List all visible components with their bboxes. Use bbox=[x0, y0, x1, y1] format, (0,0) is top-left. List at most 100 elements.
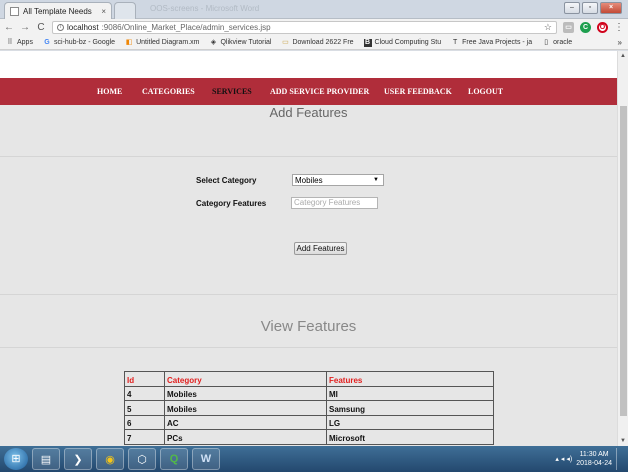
minimize-button[interactable]: – bbox=[564, 2, 580, 14]
main-navbar: HOME CATEGORIES SERVICES ADD SERVICE PRO… bbox=[0, 78, 617, 105]
bookmark-free-java[interactable]: T Free Java Projects - ja bbox=[451, 39, 532, 47]
features-table: Id Category Features 4 Mobiles MI 5 Mobi… bbox=[124, 371, 494, 445]
page-info-icon[interactable]: i bbox=[57, 24, 64, 31]
page-header-spacer bbox=[0, 51, 617, 78]
nav-logout[interactable]: LOGOUT bbox=[468, 78, 503, 105]
url-path: :9086/Online_Market_Place/admin_services… bbox=[101, 23, 271, 32]
table-row: 7 PCs Microsoft bbox=[124, 429, 494, 445]
cell-features: Samsung bbox=[326, 400, 494, 416]
qlikview-icon: ◈ bbox=[210, 38, 217, 46]
browser-menu-icon[interactable]: ⋮ bbox=[614, 22, 624, 33]
nav-add-service-provider[interactable]: ADD SERVICE PROVIDER bbox=[270, 78, 369, 105]
category-features-label: Category Features bbox=[196, 199, 267, 208]
category-select-value: Mobiles bbox=[295, 175, 323, 185]
cell-id: 5 bbox=[124, 400, 165, 416]
bookmark-star-icon[interactable]: ☆ bbox=[544, 22, 552, 33]
more-bookmarks-icon[interactable]: » bbox=[618, 38, 622, 47]
cell-features: LG bbox=[326, 414, 494, 431]
tray-icons[interactable]: ▴ ◂ ◂) bbox=[555, 455, 572, 463]
explorer-taskbar-icon[interactable]: ▤ bbox=[32, 448, 60, 470]
category-features-input[interactable]: Category Features bbox=[291, 197, 378, 209]
add-features-heading: Add Features bbox=[269, 105, 348, 120]
browser-tab[interactable]: All Template Needs × bbox=[4, 2, 112, 19]
bookmark-label: oracle bbox=[553, 39, 573, 46]
bookmark-oracle[interactable]: ▯ oracle bbox=[542, 39, 572, 47]
eclipse-taskbar-icon[interactable]: ❯ bbox=[64, 448, 92, 470]
cell-features: MI bbox=[326, 385, 494, 402]
column-header-category: Category bbox=[164, 371, 327, 387]
opera-extension-icon[interactable]: O bbox=[597, 22, 608, 33]
browser-toolbar: ← → C i localhost:9086/Online_Market_Pla… bbox=[0, 19, 628, 36]
qlikview-taskbar-icon[interactable]: Q bbox=[160, 448, 188, 470]
back-button[interactable]: ← bbox=[4, 22, 14, 33]
virtualbox-taskbar-icon[interactable]: ⬡ bbox=[128, 448, 156, 470]
cell-category: Mobiles bbox=[164, 385, 327, 402]
add-features-button[interactable]: Add Features bbox=[294, 242, 347, 255]
table-header-row: Id Category Features bbox=[124, 371, 494, 387]
bookmark-download[interactable]: ▭ Download 2622 Fre bbox=[281, 39, 353, 47]
new-tab-button[interactable] bbox=[114, 2, 136, 19]
windows-taskbar: ⊞ ▤ ❯ ◉ ⬡ Q W ▴ ◂ ◂) 11:30 AM 2018-04-24 bbox=[0, 446, 628, 472]
drawio-icon: ◧ bbox=[125, 38, 133, 46]
t-logo-icon: T bbox=[452, 38, 458, 46]
start-button[interactable]: ⊞ bbox=[4, 448, 28, 470]
scroll-up-icon[interactable]: ▲ bbox=[620, 53, 626, 59]
cell-id: 6 bbox=[124, 414, 165, 431]
system-tray: ▴ ◂ ◂) 11:30 AM 2018-04-24 bbox=[555, 448, 624, 470]
bookmark-label: Untitled Diagram.xm bbox=[136, 39, 200, 46]
bookmarks-bar: ⠿ Apps Gsci-hub-bz - Google ◧ Untitled Dia… bbox=[0, 36, 628, 50]
close-window-button[interactable]: × bbox=[600, 2, 622, 14]
chrome-taskbar-icon[interactable]: ◉ bbox=[96, 448, 124, 470]
b-logo-icon: B bbox=[363, 38, 372, 47]
clock-date: 2018-04-24 bbox=[576, 460, 612, 467]
bookmark-label: Download 2622 Fre bbox=[292, 39, 354, 46]
page-viewport: HOME CATEGORIES SERVICES ADD SERVICE PRO… bbox=[0, 51, 617, 446]
scrollbar-thumb[interactable] bbox=[620, 106, 627, 416]
nav-services[interactable]: SERVICES bbox=[212, 78, 252, 105]
scroll-down-icon[interactable]: ▼ bbox=[620, 438, 626, 444]
folder-icon: ▭ bbox=[282, 38, 289, 46]
tab-close-icon[interactable]: × bbox=[101, 7, 106, 16]
extension-icon[interactable]: ▭ bbox=[563, 22, 574, 33]
bookmark-untitled-diagram[interactable]: ◧ Untitled Diagram.xm bbox=[125, 38, 200, 47]
table-row: 5 Mobiles Samsung bbox=[124, 400, 494, 416]
cell-id: 7 bbox=[124, 429, 165, 445]
page-scrollbar[interactable]: ▲ ▼ bbox=[617, 51, 628, 446]
bookmark-cloud-computing[interactable]: B Cloud Computing Stu bbox=[363, 38, 442, 47]
page-icon: ▯ bbox=[544, 38, 549, 46]
url-host: localhost bbox=[67, 23, 99, 32]
browser-tab-strip: All Template Needs × OOS-screens - Micro… bbox=[0, 0, 628, 19]
view-features-heading: View Features bbox=[260, 318, 357, 335]
bookmark-label: sci-hub-bz - Google bbox=[53, 39, 116, 46]
tab-title: All Template Needs bbox=[23, 6, 92, 16]
bookmark-label: Free Java Projects - ja bbox=[462, 39, 533, 46]
cell-id: 4 bbox=[124, 385, 165, 402]
nav-user-feedback[interactable]: USER FEEDBACK bbox=[384, 78, 452, 105]
table-row: 6 AC LG bbox=[124, 414, 494, 431]
bookmark-apps[interactable]: ⠿ Apps bbox=[6, 39, 33, 47]
category-select[interactable]: Mobiles ▼ bbox=[292, 174, 384, 186]
nav-categories[interactable]: CATEGORIES bbox=[142, 78, 195, 105]
bookmark-label: Qlikview Tutorial bbox=[220, 39, 272, 46]
table-row: 4 Mobiles MI bbox=[124, 385, 494, 402]
google-icon: G bbox=[44, 38, 50, 46]
cell-features: Microsoft bbox=[326, 429, 494, 445]
cell-category: AC bbox=[164, 414, 327, 431]
reload-button[interactable]: C bbox=[36, 22, 46, 33]
window-controls: – ▫ × bbox=[564, 2, 622, 14]
word-taskbar-icon[interactable]: W bbox=[192, 448, 220, 470]
grammarly-extension-icon[interactable]: C bbox=[580, 22, 591, 33]
background-window-title: OOS-screens - Microsoft Word bbox=[150, 4, 260, 13]
bookmark-label: Cloud Computing Stu bbox=[374, 39, 442, 46]
column-header-features: Features bbox=[326, 371, 494, 387]
clock[interactable]: 11:30 AM 2018-04-24 bbox=[576, 450, 612, 468]
nav-home[interactable]: HOME bbox=[97, 78, 122, 105]
forward-button[interactable]: → bbox=[20, 22, 30, 33]
section-divider bbox=[0, 294, 617, 295]
address-bar[interactable]: i localhost:9086/Online_Market_Place/adm… bbox=[52, 21, 557, 34]
show-desktop-button[interactable] bbox=[616, 448, 624, 470]
maximize-button[interactable]: ▫ bbox=[582, 2, 598, 14]
bookmark-sci-hub[interactable]: Gsci-hub-bz - Google bbox=[43, 39, 115, 47]
cell-category: Mobiles bbox=[164, 400, 327, 416]
bookmark-qlikview[interactable]: ◈ Qlikview Tutorial bbox=[209, 38, 272, 47]
